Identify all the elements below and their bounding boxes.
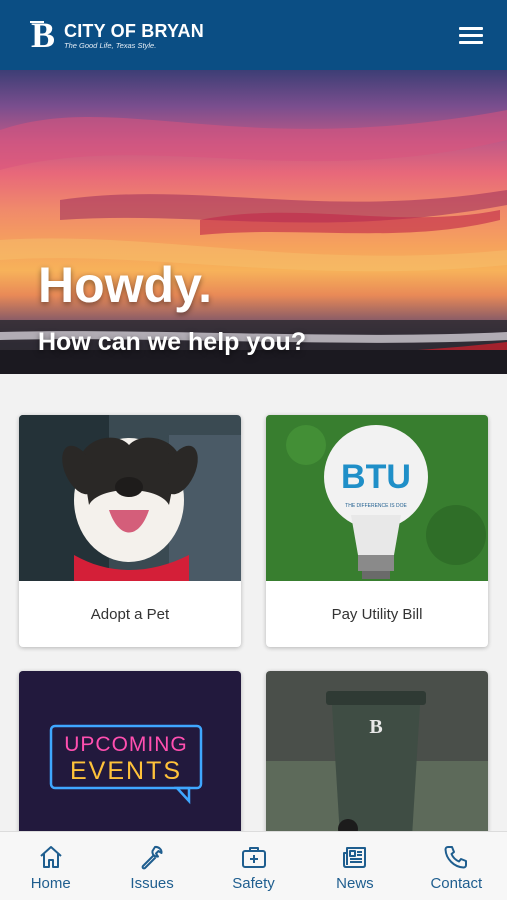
hero-banner: Howdy. How can we help you? xyxy=(0,70,507,374)
card-adopt-a-pet[interactable]: Adopt a Pet xyxy=(19,415,241,647)
svg-text:B: B xyxy=(369,716,382,738)
trash-cart-image: B xyxy=(266,671,488,837)
app-tagline: The Good Life, Texas Style. xyxy=(64,40,157,50)
nav-contact[interactable]: Contact xyxy=(406,832,507,900)
city-logo-mark: B xyxy=(30,16,55,54)
upcoming-events-image: UPCOMING EVENTS xyxy=(19,671,241,837)
hero-title: Howdy. xyxy=(38,257,213,313)
card-label: Pay Utility Bill xyxy=(331,605,423,623)
nav-label: News xyxy=(336,875,374,892)
city-logo[interactable]: B CITY OF BRYAN The Good Life, Texas Sty… xyxy=(28,16,204,54)
phone-icon xyxy=(444,846,468,869)
svg-text:BTU: BTU xyxy=(341,458,411,496)
wrench-icon xyxy=(141,845,163,870)
card-label: Adopt a Pet xyxy=(90,605,170,623)
svg-text:UPCOMING: UPCOMING xyxy=(64,733,188,756)
nav-label: Safety xyxy=(232,875,275,892)
hero-subtitle: How can we help you? xyxy=(38,328,307,356)
nav-issues[interactable]: Issues xyxy=(101,832,202,900)
nav-news[interactable]: News xyxy=(304,832,405,900)
app-header: B CITY OF BRYAN The Good Life, Texas Sty… xyxy=(0,0,507,70)
hamburger-menu-icon[interactable] xyxy=(459,25,485,45)
nav-label: Contact xyxy=(430,875,483,892)
first-aid-kit-icon xyxy=(241,847,266,868)
nav-label: Issues xyxy=(130,875,174,892)
card-pay-utility-bill[interactable]: BTU THE DIFFERENCE IS DOE Pay Utility Bi… xyxy=(266,415,488,647)
nav-home[interactable]: Home xyxy=(0,832,101,900)
newspaper-icon xyxy=(342,847,366,868)
svg-text:THE DIFFERENCE IS DOE: THE DIFFERENCE IS DOE xyxy=(345,503,407,509)
btu-lightbulb-image: BTU THE DIFFERENCE IS DOE xyxy=(266,415,488,581)
svg-text:EVENTS: EVENTS xyxy=(70,757,182,785)
nav-label: Home xyxy=(30,875,71,892)
bottom-nav: Home Issues Safety News Contact xyxy=(0,831,507,900)
nav-safety[interactable]: Safety xyxy=(203,832,304,900)
home-icon xyxy=(40,846,62,868)
dog-image xyxy=(19,415,241,581)
app-title: CITY OF BRYAN xyxy=(64,20,204,41)
